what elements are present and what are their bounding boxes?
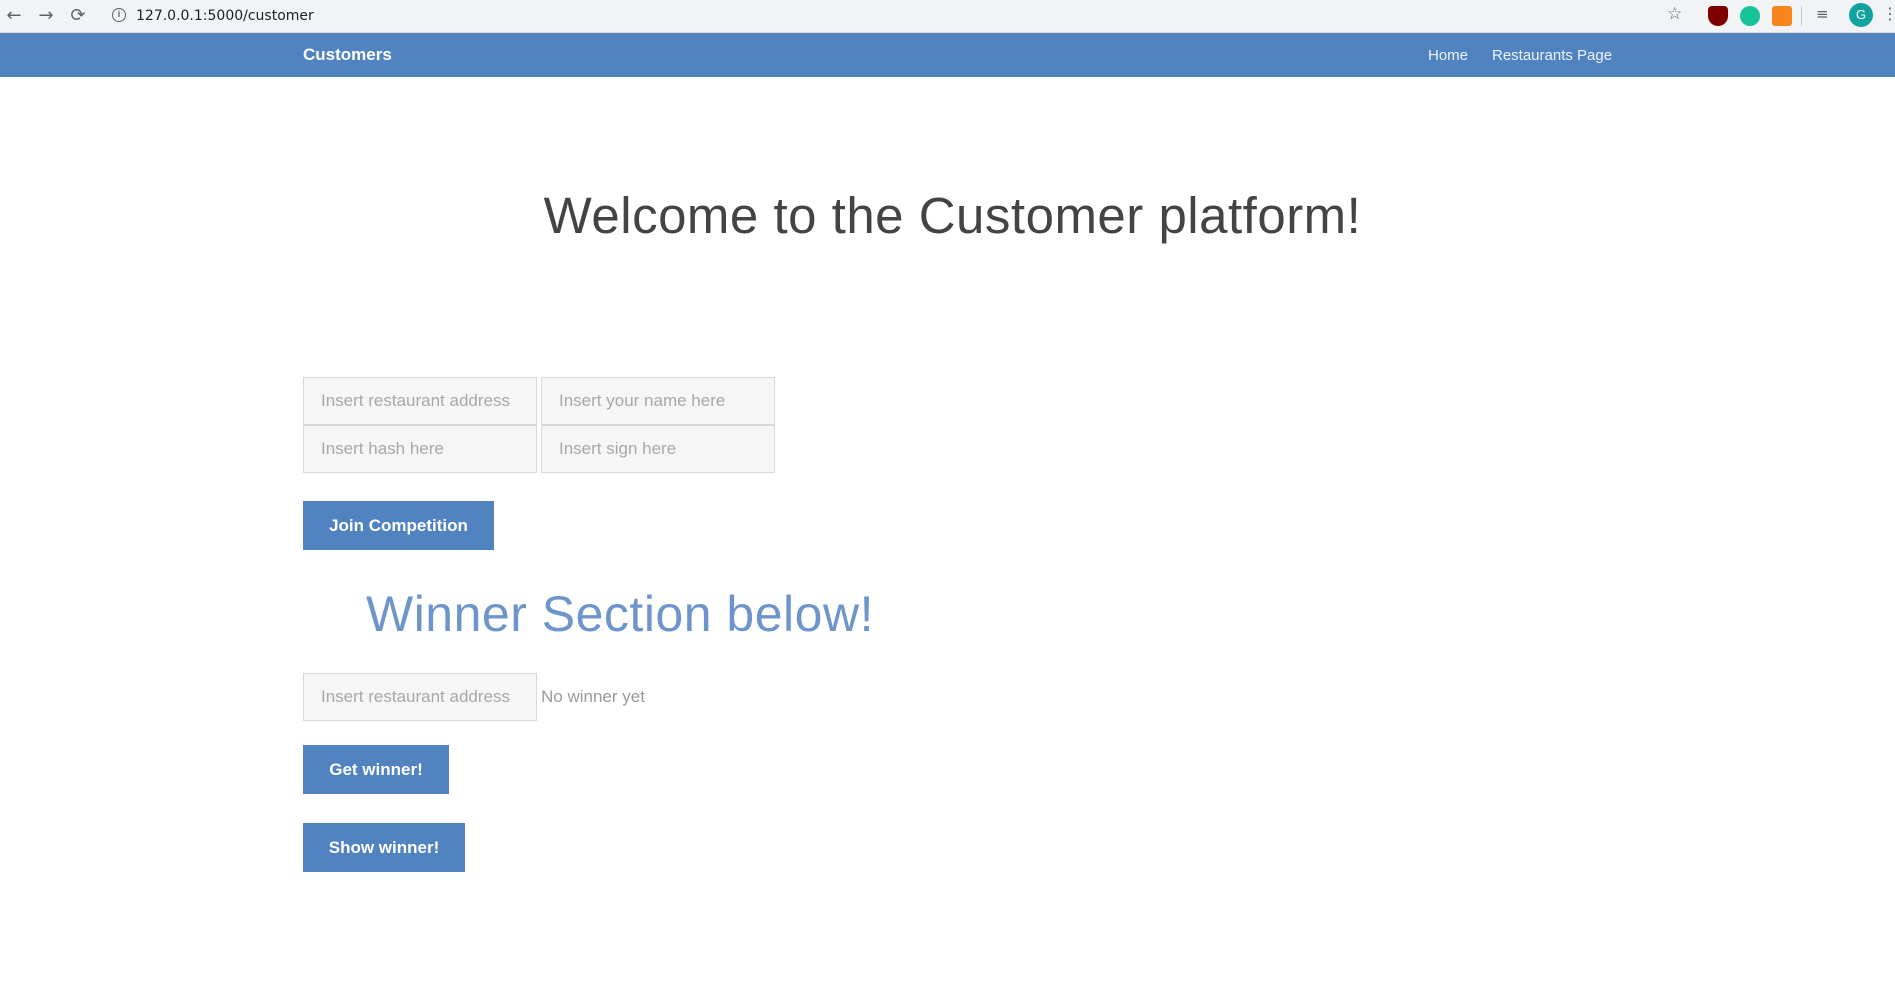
- join-competition-button[interactable]: Join Competition: [303, 501, 494, 550]
- hash-input[interactable]: [304, 426, 536, 472]
- winner-restaurant-address-input[interactable]: [304, 674, 536, 720]
- get-winner-button[interactable]: Get winner!: [303, 745, 449, 794]
- url-text[interactable]: 127.0.0.1:5000/customer: [136, 8, 314, 24]
- restaurant-address-input[interactable]: [304, 378, 536, 424]
- browser-menu-icon[interactable]: ⋮: [1882, 4, 1895, 23]
- winner-section-title: Winner Section below!: [366, 586, 874, 642]
- forward-icon[interactable]: →: [34, 4, 58, 28]
- metamask-extension-icon[interactable]: [1772, 6, 1792, 26]
- restaurant-address-field[interactable]: [303, 377, 537, 425]
- grammarly-extension-icon[interactable]: [1740, 6, 1760, 26]
- reload-icon[interactable]: ⟳: [66, 4, 90, 28]
- hash-field[interactable]: [303, 425, 537, 473]
- page-title: Welcome to the Customer platform!: [543, 187, 1362, 244]
- bookmark-star-icon[interactable]: ☆: [1667, 4, 1682, 24]
- address-bar[interactable]: i 127.0.0.1:5000/customer: [104, 2, 1694, 30]
- name-input[interactable]: [542, 378, 774, 424]
- nav-link-home[interactable]: Home: [1428, 47, 1468, 64]
- name-field[interactable]: [541, 377, 775, 425]
- nav-link-restaurants[interactable]: Restaurants Page: [1492, 47, 1612, 64]
- winner-status-text: No winner yet: [541, 687, 645, 706]
- info-icon[interactable]: i: [112, 8, 126, 22]
- profile-avatar[interactable]: G: [1849, 3, 1873, 27]
- winner-restaurant-address-field[interactable]: [303, 673, 537, 721]
- show-winner-button[interactable]: Show winner!: [303, 823, 465, 872]
- ublock-extension-icon[interactable]: [1708, 6, 1728, 26]
- navbar-brand[interactable]: Customers: [303, 45, 392, 65]
- app-navbar: Customers Home Restaurants Page: [0, 33, 1895, 77]
- sign-input[interactable]: [542, 426, 774, 472]
- toolbar-divider: [1801, 6, 1802, 26]
- sign-field[interactable]: [541, 425, 775, 473]
- reading-list-icon[interactable]: ≡: [1816, 5, 1829, 23]
- browser-toolbar: ← → ⟳ i 127.0.0.1:5000/customer ☆ ≡ G ⋮: [0, 0, 1895, 33]
- back-icon[interactable]: ←: [2, 4, 26, 28]
